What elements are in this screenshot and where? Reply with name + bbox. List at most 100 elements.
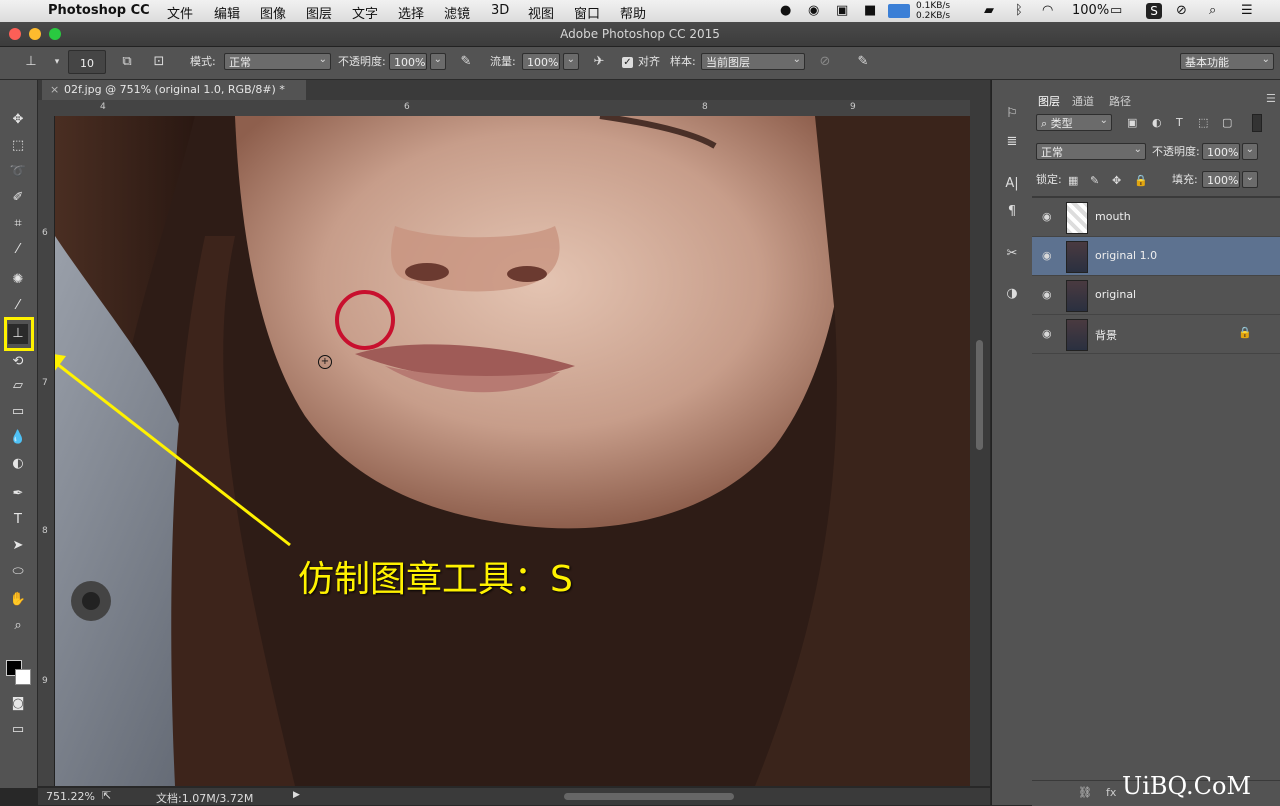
menu-filter[interactable]: 滤镜 <box>444 3 470 22</box>
tab-layers[interactable]: 图层 <box>1038 93 1060 109</box>
cloud-car-icon[interactable]: ▰ <box>984 3 994 18</box>
vertical-scroll-thumb[interactable] <box>976 340 983 450</box>
filter-type-icon[interactable]: T <box>1176 116 1183 129</box>
filter-shape-icon[interactable]: ⬚ <box>1198 116 1208 129</box>
properties-panel-icon[interactable]: ≣ <box>1002 132 1022 152</box>
lasso-tool-icon[interactable]: ➰ <box>8 162 28 182</box>
crop-tool-icon[interactable]: ⌗ <box>8 214 28 234</box>
mode-select[interactable]: 正常 <box>224 51 331 70</box>
dodge-tool-icon[interactable]: ◐ <box>8 454 28 474</box>
bluetooth-icon[interactable]: ᛒ <box>1015 3 1023 18</box>
qq-icon[interactable]: ● <box>780 3 791 18</box>
filter-adjust-icon[interactable]: ◐ <box>1152 116 1162 129</box>
layer-row[interactable]: ◉ mouth <box>1032 198 1280 237</box>
tab-channels[interactable]: 通道 <box>1072 93 1094 109</box>
lock-transparent-icon[interactable]: ▦ <box>1068 174 1078 187</box>
align-checkbox[interactable]: ✓ <box>622 57 633 68</box>
zoom-level[interactable]: 751.22% <box>46 790 95 803</box>
vertical-scrollbar[interactable] <box>970 100 990 786</box>
visibility-eye-icon[interactable]: ◉ <box>1042 288 1056 302</box>
fill-input[interactable]: 100% <box>1202 171 1240 188</box>
status-menu-icon[interactable]: ▶ <box>293 790 300 800</box>
paragraph-panel-icon[interactable]: ¶ <box>1002 202 1022 222</box>
layer-opacity-input[interactable]: 100% <box>1202 143 1240 160</box>
airbrush-icon[interactable]: ✈ <box>590 53 608 71</box>
visibility-eye-icon[interactable]: ◉ <box>1042 327 1056 341</box>
flow-input[interactable]: 100% <box>522 53 560 70</box>
path-select-tool-icon[interactable]: ➤ <box>8 536 28 556</box>
brush-size[interactable]: 10 <box>68 50 106 74</box>
brush-panel-icon[interactable]: ⧉ <box>118 53 136 71</box>
document-canvas[interactable]: + 仿制图章工具：S <box>55 116 970 786</box>
lock-pixels-icon[interactable]: ✎ <box>1090 174 1099 187</box>
type-tool-icon[interactable]: T <box>8 510 28 530</box>
clone-stamp-preset-icon[interactable]: ⊥ <box>22 53 40 71</box>
export-icon[interactable]: ⇱ <box>102 789 111 802</box>
wechat-icon[interactable]: ◉ <box>808 3 819 18</box>
lock-all-icon[interactable]: 🔒 <box>1134 174 1148 187</box>
character-panel-icon[interactable]: A| <box>1002 174 1022 194</box>
menu-app[interactable]: Photoshop CC <box>48 3 150 18</box>
close-tab-icon[interactable]: × <box>50 80 59 100</box>
marquee-tool-icon[interactable]: ⬚ <box>8 136 28 156</box>
pen-tool-icon[interactable]: ✒ <box>8 484 28 504</box>
battery-icon[interactable]: ▭ <box>1110 3 1122 18</box>
menu-view[interactable]: 视图 <box>528 3 554 22</box>
filter-smart-icon[interactable]: ▢ <box>1222 116 1232 129</box>
move-tool-icon[interactable]: ✥ <box>8 110 28 130</box>
clone-source-panel-icon[interactable]: ⊡ <box>150 53 168 71</box>
filter-pixel-icon[interactable]: ▣ <box>1127 116 1137 129</box>
menu-list-icon[interactable]: ☰ <box>1241 3 1253 18</box>
opacity-dropdown[interactable] <box>430 51 446 70</box>
briefcase-icon[interactable]: ■ <box>864 3 876 18</box>
layer-filter-select[interactable]: ⌕ 类型 <box>1036 112 1112 131</box>
quick-mask-icon[interactable]: ◙ <box>8 694 28 714</box>
facetime-icon[interactable]: ▣ <box>836 3 848 18</box>
menu-select[interactable]: 选择 <box>398 3 424 22</box>
workspace-select[interactable]: 基本功能 <box>1180 51 1274 70</box>
blend-mode-select[interactable]: 正常 <box>1036 141 1146 160</box>
healing-brush-tool-icon[interactable]: ✺ <box>8 270 28 290</box>
layer-row-selected[interactable]: ◉ original 1.0 <box>1032 237 1280 276</box>
pressure-size-icon[interactable]: ✎ <box>854 53 872 71</box>
menu-image[interactable]: 图像 <box>260 3 286 22</box>
filter-toggle[interactable] <box>1252 114 1262 132</box>
wifi-icon[interactable]: ◠ <box>1042 3 1053 18</box>
horizontal-scroll-thumb[interactable] <box>564 793 734 800</box>
layer-row[interactable]: ◉ original <box>1032 276 1280 315</box>
tab-paths[interactable]: 路径 <box>1109 93 1131 109</box>
ignore-adjustment-icon[interactable]: ⊘ <box>816 53 834 71</box>
fx-icon[interactable]: fx <box>1106 786 1116 799</box>
eraser-tool-icon[interactable]: ▱ <box>8 376 28 396</box>
menu-window[interactable]: 窗口 <box>574 3 600 22</box>
fill-dropdown[interactable] <box>1242 169 1258 188</box>
history-brush-tool-icon[interactable]: ⟲ <box>8 352 28 372</box>
menu-help[interactable]: 帮助 <box>620 3 646 22</box>
gradient-tool-icon[interactable]: ▭ <box>8 402 28 422</box>
hand-tool-icon[interactable]: ✋ <box>8 590 28 610</box>
layer-row[interactable]: ◉ 背景 🔒 <box>1032 315 1280 354</box>
quick-select-tool-icon[interactable]: ✐ <box>8 188 28 208</box>
adjustments-icon[interactable]: ◑ <box>1002 284 1022 304</box>
horizontal-scrollbar[interactable] <box>310 788 990 805</box>
screen-icon[interactable] <box>888 4 910 18</box>
flow-dropdown[interactable] <box>563 51 579 70</box>
s-icon[interactable]: S <box>1146 3 1162 19</box>
panel-menu-icon[interactable]: ☰ <box>1266 92 1276 105</box>
layer-opacity-dropdown[interactable] <box>1242 141 1258 160</box>
lock-position-icon[interactable]: ✥ <box>1112 174 1121 187</box>
visibility-eye-icon[interactable]: ◉ <box>1042 210 1056 224</box>
visibility-eye-icon[interactable]: ◉ <box>1042 249 1056 263</box>
zoom-tool-icon[interactable]: ⌕ <box>8 616 28 636</box>
screen-mode-icon[interactable]: ▭ <box>8 720 28 740</box>
clone-stamp-tool-icon[interactable]: ⊥ <box>8 324 28 344</box>
eyedropper-tool-icon[interactable]: ⁄ <box>8 240 28 260</box>
link-layers-icon[interactable]: ⛓ <box>1078 786 1092 799</box>
pressure-opacity-icon[interactable]: ✎ <box>457 53 475 71</box>
sample-select[interactable]: 当前图层 <box>701 51 805 70</box>
document-tab[interactable]: × 02f.jpg @ 751% (original 1.0, RGB/8#) … <box>42 80 306 100</box>
menu-edit[interactable]: 编辑 <box>214 3 240 22</box>
blur-tool-icon[interactable]: 💧 <box>8 428 28 448</box>
opacity-input[interactable]: 100% <box>389 53 427 70</box>
menu-type[interactable]: 文字 <box>352 3 378 22</box>
